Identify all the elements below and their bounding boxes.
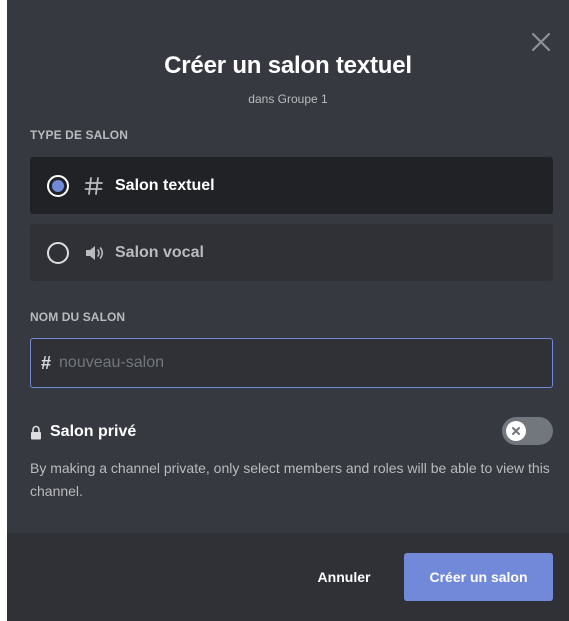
modal-footer: Annuler Créer un salon <box>7 533 569 621</box>
radio-dot <box>52 179 64 192</box>
close-icon[interactable] <box>529 30 553 54</box>
create-channel-modal: Créer un salon textuel dans Groupe 1 TYP… <box>7 0 569 621</box>
channel-name-input[interactable] <box>59 343 552 383</box>
speaker-icon <box>83 242 105 264</box>
radio-text-channel[interactable] <box>47 174 69 197</box>
channel-name-field[interactable]: # <box>30 338 553 388</box>
hash-icon <box>83 175 105 197</box>
create-channel-button[interactable]: Créer un salon <box>404 553 553 601</box>
lock-icon <box>30 424 44 440</box>
cancel-button[interactable]: Annuler <box>297 553 391 601</box>
option-text-channel[interactable]: Salon textuel <box>30 157 553 214</box>
channel-name-label: NOM DU SALON <box>30 310 126 324</box>
hash-prefix-icon: # <box>41 352 52 373</box>
modal-subtitle: dans Groupe 1 <box>248 92 328 106</box>
option-text-channel-label: Salon textuel <box>115 176 215 194</box>
channel-type-label: TYPE DE SALON <box>30 128 128 142</box>
private-toggle[interactable] <box>502 417 553 445</box>
option-voice-channel[interactable]: Salon vocal <box>30 224 553 281</box>
modal-title: Créer un salon textuel <box>164 52 412 79</box>
x-icon <box>512 427 520 435</box>
private-description: By making a channel private, only select… <box>30 460 550 499</box>
private-channel-label: Salon privé <box>50 423 137 440</box>
option-voice-channel-label: Salon vocal <box>115 243 204 261</box>
radio-voice-channel[interactable] <box>47 241 69 264</box>
toggle-knob <box>506 421 526 441</box>
private-channel-row: Salon privé <box>30 417 553 445</box>
